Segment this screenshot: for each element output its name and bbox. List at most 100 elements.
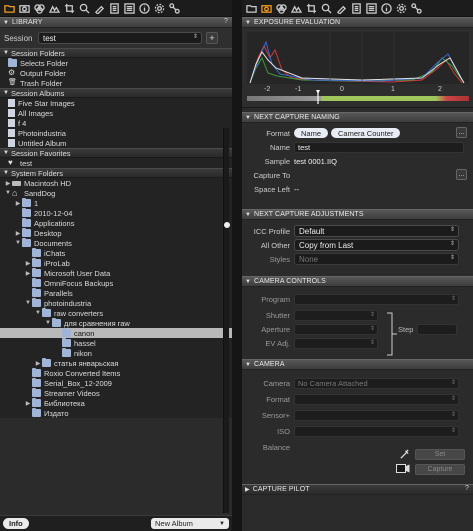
crop-tab-icon[interactable] xyxy=(64,3,75,14)
tree-item[interactable]: ▶ Библиотека xyxy=(0,398,232,408)
tree-item[interactable]: ▼ raw converters xyxy=(0,308,232,318)
step-select[interactable] xyxy=(417,323,458,335)
list-item[interactable]: ♥ test xyxy=(0,158,232,168)
icc-select[interactable]: Default ⇕ xyxy=(294,225,459,237)
cam-format-select[interactable]: ⇕ xyxy=(294,393,459,405)
add-session-button[interactable]: + xyxy=(206,32,218,44)
name-input[interactable]: test xyxy=(294,141,464,153)
tree-item[interactable]: ▶ Desktop xyxy=(0,228,232,238)
section-header[interactable]: ▼ Session Albums xyxy=(0,88,232,98)
disclosure-closed-icon[interactable]: ▶ xyxy=(24,400,32,407)
tree-item[interactable]: nikon xyxy=(0,348,232,358)
library-panel-header[interactable]: ▼ LIBRARY ? xyxy=(0,17,232,28)
tree-item[interactable]: Parallels xyxy=(0,288,232,298)
disclosure-closed-icon[interactable]: ▶ xyxy=(14,200,22,207)
info-tab-icon[interactable] xyxy=(139,2,150,14)
list-item[interactable]: 🗑 Trash Folder xyxy=(0,78,232,88)
library-help[interactable]: ? xyxy=(224,18,228,25)
disclosure-closed-icon[interactable]: ▶ xyxy=(24,270,32,277)
exposure-tab-icon[interactable] xyxy=(49,3,60,14)
color-tab-icon[interactable] xyxy=(34,3,45,14)
disclosure-open-icon[interactable]: ▼ xyxy=(24,300,32,306)
settings-gear-icon[interactable] xyxy=(154,3,165,14)
disclosure-open-icon[interactable]: ▼ xyxy=(34,310,42,316)
token-name[interactable]: Name xyxy=(294,128,329,138)
list-item[interactable]: Photoindustria xyxy=(0,128,232,138)
tree-item[interactable]: ▶ iProLab xyxy=(0,258,232,268)
list-item[interactable]: f 4 xyxy=(0,118,232,128)
disclosure-open-icon[interactable]: ▼ xyxy=(4,190,12,196)
local-adjust-brush-icon[interactable] xyxy=(94,3,105,14)
system-folders-header[interactable]: ▼ System Folders xyxy=(0,168,232,178)
disclosure-closed-icon[interactable]: ▶ xyxy=(34,360,42,367)
metadata-tab-icon[interactable] xyxy=(351,2,362,14)
token-camera-counter[interactable]: Camera Counter xyxy=(331,128,401,138)
tree-item[interactable]: canon xyxy=(0,328,232,338)
tree-item[interactable]: ▶ статья январьская xyxy=(0,358,232,368)
list-item[interactable]: All Images xyxy=(0,108,232,118)
tree-item[interactable]: Roxio Converted Items xyxy=(0,368,232,378)
capture-pilot-help[interactable]: ? xyxy=(465,485,469,492)
tree-item[interactable]: ▶ 1 xyxy=(0,198,232,208)
camera-header[interactable]: ▼ CAMERA xyxy=(242,359,473,370)
section-header[interactable]: ▼ Session Folders xyxy=(0,48,232,58)
capture-to-more-button[interactable]: ... xyxy=(456,169,467,180)
iso-select[interactable]: ⇕ xyxy=(294,425,459,437)
tree-scrollbar[interactable] xyxy=(223,128,230,513)
library-tab-folder-icon[interactable] xyxy=(4,3,15,14)
scroll-knob[interactable] xyxy=(224,222,230,228)
disclosure-closed-icon[interactable]: ▶ xyxy=(24,260,32,267)
focus-tab-magnifier-icon[interactable] xyxy=(79,3,90,14)
disclosure-closed-icon[interactable]: ▶ xyxy=(4,180,12,187)
capture-tab-camera-icon[interactable] xyxy=(261,3,272,14)
format-more-button[interactable]: ... xyxy=(456,127,467,138)
styles-select[interactable]: None ⇕ xyxy=(294,253,459,265)
shutter-stepper[interactable]: ⇕ xyxy=(294,309,378,321)
aperture-stepper[interactable]: ⇕ xyxy=(294,323,378,335)
next-capture-naming-header[interactable]: ▼ NEXT CAPTURE NAMING xyxy=(242,112,473,123)
list-item[interactable]: Untitled Album xyxy=(0,138,232,148)
tree-item[interactable]: ▼ для сравнения raw xyxy=(0,318,232,328)
video-camera-icon[interactable] xyxy=(396,464,410,473)
program-select[interactable]: ⇕ xyxy=(294,293,459,305)
exposure-tab-icon[interactable] xyxy=(291,3,302,14)
local-adjust-brush-icon[interactable] xyxy=(336,3,347,14)
camera-controls-header[interactable]: ▼ CAMERA CONTROLS xyxy=(242,276,473,287)
tree-item[interactable]: 2010-12-04 xyxy=(0,208,232,218)
tree-item[interactable]: OmniFocus Backups xyxy=(0,278,232,288)
set-button[interactable]: Set xyxy=(415,449,465,460)
tree-item[interactable]: Serial_Box_12-2009 xyxy=(0,378,232,388)
new-album-menu[interactable]: New Album ▼ xyxy=(151,518,229,529)
output-tab-icon[interactable] xyxy=(124,2,135,14)
exposure-evaluation-header[interactable]: ▼ EXPOSURE EVALUATION xyxy=(242,17,473,28)
all-other-select[interactable]: Copy from Last ⇕ xyxy=(294,239,459,251)
list-item[interactable]: Five Star Images xyxy=(0,98,232,108)
tree-item[interactable]: hassel xyxy=(0,338,232,348)
batch-tab-icon[interactable] xyxy=(411,2,422,14)
output-tab-icon[interactable] xyxy=(366,2,377,14)
settings-gear-icon[interactable] xyxy=(396,3,407,14)
tree-item[interactable]: ▼ Documents xyxy=(0,238,232,248)
tree-item[interactable]: Издато xyxy=(0,408,232,418)
ev-stepper[interactable]: ⇕ xyxy=(294,337,378,349)
tree-item[interactable]: ▼ ⌂ SandDog xyxy=(0,188,232,198)
color-tab-icon[interactable] xyxy=(276,3,287,14)
eyedropper-icon[interactable] xyxy=(399,449,410,460)
crop-tab-icon[interactable] xyxy=(306,3,317,14)
info-tab-icon[interactable] xyxy=(381,2,392,14)
focus-tab-magnifier-icon[interactable] xyxy=(321,3,332,14)
camera-select[interactable]: No Camera Attached ⇕ xyxy=(294,377,459,389)
tree-item[interactable]: ▶ Macintosh HD xyxy=(0,178,232,188)
metadata-tab-icon[interactable] xyxy=(109,2,120,14)
section-header[interactable]: ▼ Session Favorites xyxy=(0,148,232,158)
disclosure-closed-icon[interactable]: ▶ xyxy=(14,230,22,237)
info-button[interactable]: Info xyxy=(3,518,29,529)
tree-item[interactable]: ▼ photoindustria xyxy=(0,298,232,308)
capture-tab-camera-icon[interactable] xyxy=(19,3,30,14)
tree-item[interactable]: Applications xyxy=(0,218,232,228)
list-item[interactable]: ⚙ Output Folder xyxy=(0,68,232,78)
next-capture-adjustments-header[interactable]: ▼ NEXT CAPTURE ADJUSTMENTS xyxy=(242,209,473,220)
capture-pilot-header[interactable]: ▶ CAPTURE PILOT ? xyxy=(242,484,473,495)
disclosure-open-icon[interactable]: ▼ xyxy=(44,320,52,326)
list-item[interactable]: Selects Folder xyxy=(0,58,232,68)
